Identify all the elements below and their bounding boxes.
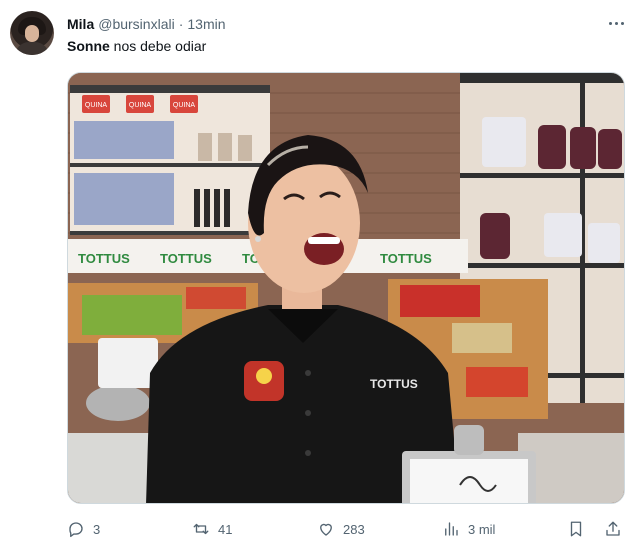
- view-count: 3 mil: [468, 521, 496, 537]
- shelf-label: QUINA: [85, 102, 108, 109]
- tweet-text-bold: Sonne: [67, 38, 110, 54]
- tweet-actions: 3 41 283 3 mil: [67, 518, 625, 540]
- tweet-text-rest: nos debe odiar: [109, 38, 207, 54]
- separator-dot: ·: [178, 16, 184, 32]
- like-button[interactable]: 283: [317, 518, 365, 540]
- tweet-timestamp[interactable]: 13min: [187, 16, 225, 32]
- avatar[interactable]: [10, 11, 54, 55]
- share-icon: [606, 521, 620, 536]
- bookmark-icon: [570, 521, 582, 537]
- tweet-text: Sonne nos debe odiar: [67, 38, 206, 54]
- bookmark-button[interactable]: [567, 518, 585, 540]
- reply-icon: [69, 522, 83, 538]
- shelf-label: QUINA: [129, 102, 152, 109]
- retweet-button[interactable]: 41: [192, 518, 232, 540]
- like-count: 283: [343, 521, 365, 537]
- tweet-card[interactable]: Mila @bursinxlali · 13min Sonne nos debe…: [0, 0, 640, 550]
- store-sign: TOTTUS: [380, 251, 432, 266]
- store-sign: TOTTUS: [160, 251, 212, 266]
- views-button[interactable]: 3 mil: [442, 518, 495, 540]
- heart-icon: [320, 523, 332, 536]
- shelf-label: QUINA: [173, 102, 196, 109]
- views-icon: [445, 522, 458, 536]
- jacket-logo: TOTTUS: [370, 377, 418, 391]
- retweet-count: 41: [218, 521, 233, 537]
- author-name[interactable]: Mila: [67, 16, 94, 32]
- tweet-media-image[interactable]: QUINA QUINA QUINA TOTTUS TOTTUS TOTTUS T…: [67, 72, 625, 504]
- tweet-header: Mila @bursinxlali · 13min: [67, 15, 226, 33]
- more-icon[interactable]: [604, 13, 628, 33]
- share-button[interactable]: [604, 518, 622, 540]
- store-sign: TOTTUS: [78, 251, 130, 266]
- reply-count: 3: [93, 521, 101, 537]
- reply-button[interactable]: 3: [67, 518, 100, 540]
- author-handle[interactable]: @bursinxlali: [98, 16, 174, 32]
- retweet-icon: [193, 523, 209, 535]
